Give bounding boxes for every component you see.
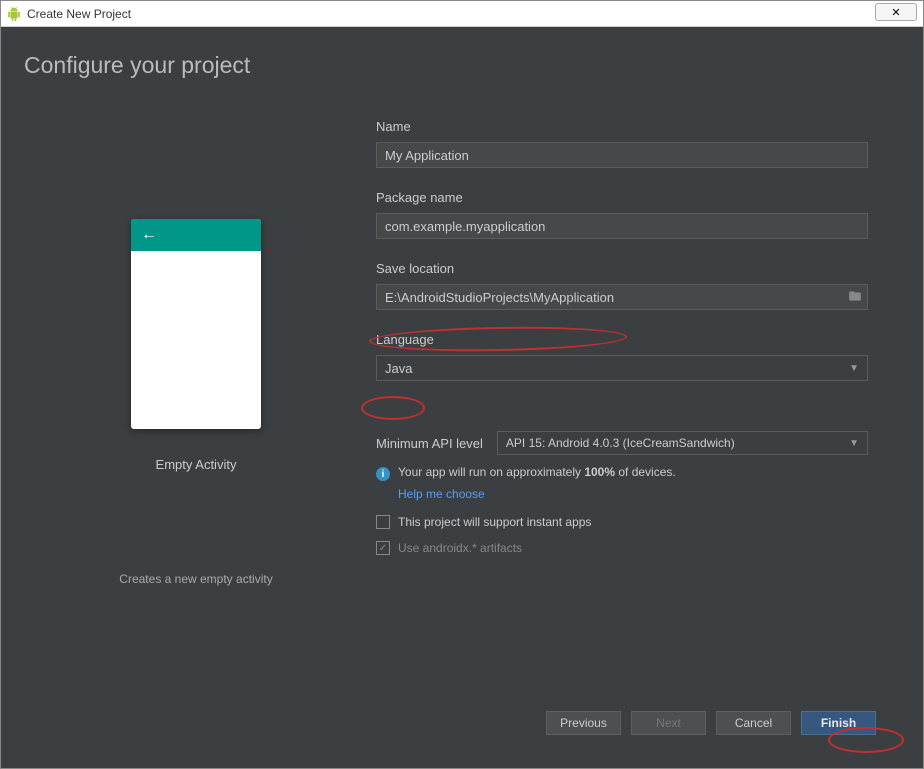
- finish-button[interactable]: Finish: [801, 711, 876, 735]
- activity-description: Creates a new empty activity: [119, 572, 272, 586]
- chevron-down-icon: ▼: [849, 363, 859, 374]
- help-me-choose-link[interactable]: Help me choose: [398, 487, 485, 501]
- save-location-label: Save location: [376, 261, 868, 276]
- language-value: Java: [385, 361, 412, 376]
- package-label: Package name: [376, 190, 868, 205]
- back-arrow-icon: ←: [141, 226, 157, 244]
- androidx-checkbox: ✓: [376, 541, 390, 555]
- chevron-down-icon: ▼: [849, 438, 859, 449]
- fields-column: Name Package name Save location: [376, 119, 908, 699]
- phone-appbar: ←: [131, 219, 261, 251]
- device-coverage-text: Your app will run on approximately 100% …: [398, 465, 676, 479]
- titlebar: Create New Project ✕: [1, 1, 923, 27]
- preview-column: ← Empty Activity Creates a new empty act…: [16, 119, 376, 699]
- close-icon: ✕: [891, 6, 900, 19]
- activity-name-label: Empty Activity: [156, 457, 237, 472]
- instant-apps-checkbox[interactable]: [376, 515, 390, 529]
- language-select[interactable]: Java ▼: [376, 355, 868, 381]
- page-title: Configure your project: [24, 52, 908, 79]
- package-input[interactable]: [376, 213, 868, 239]
- main-panel: Configure your project ← Empty Activity …: [1, 27, 923, 768]
- androidx-label: Use androidx.* artifacts: [398, 541, 522, 555]
- min-api-value: API 15: Android 4.0.3 (IceCreamSandwich): [506, 436, 735, 450]
- window-close-button[interactable]: ✕: [875, 3, 917, 21]
- previous-button[interactable]: Previous: [546, 711, 621, 735]
- save-location-input[interactable]: [376, 284, 868, 310]
- cancel-button[interactable]: Cancel: [716, 711, 791, 735]
- window-title: Create New Project: [27, 7, 131, 21]
- phone-preview: ←: [131, 219, 261, 429]
- next-button: Next: [631, 711, 706, 735]
- info-icon: i: [376, 467, 390, 481]
- android-icon: [7, 7, 21, 21]
- browse-folder-icon[interactable]: [848, 289, 862, 306]
- button-bar: Previous Next Cancel Finish: [16, 699, 908, 753]
- name-label: Name: [376, 119, 868, 134]
- name-input[interactable]: [376, 142, 868, 168]
- min-api-select[interactable]: API 15: Android 4.0.3 (IceCreamSandwich)…: [497, 431, 868, 455]
- instant-apps-label: This project will support instant apps: [398, 515, 591, 529]
- min-api-label: Minimum API level: [376, 436, 483, 451]
- language-label: Language: [376, 332, 868, 347]
